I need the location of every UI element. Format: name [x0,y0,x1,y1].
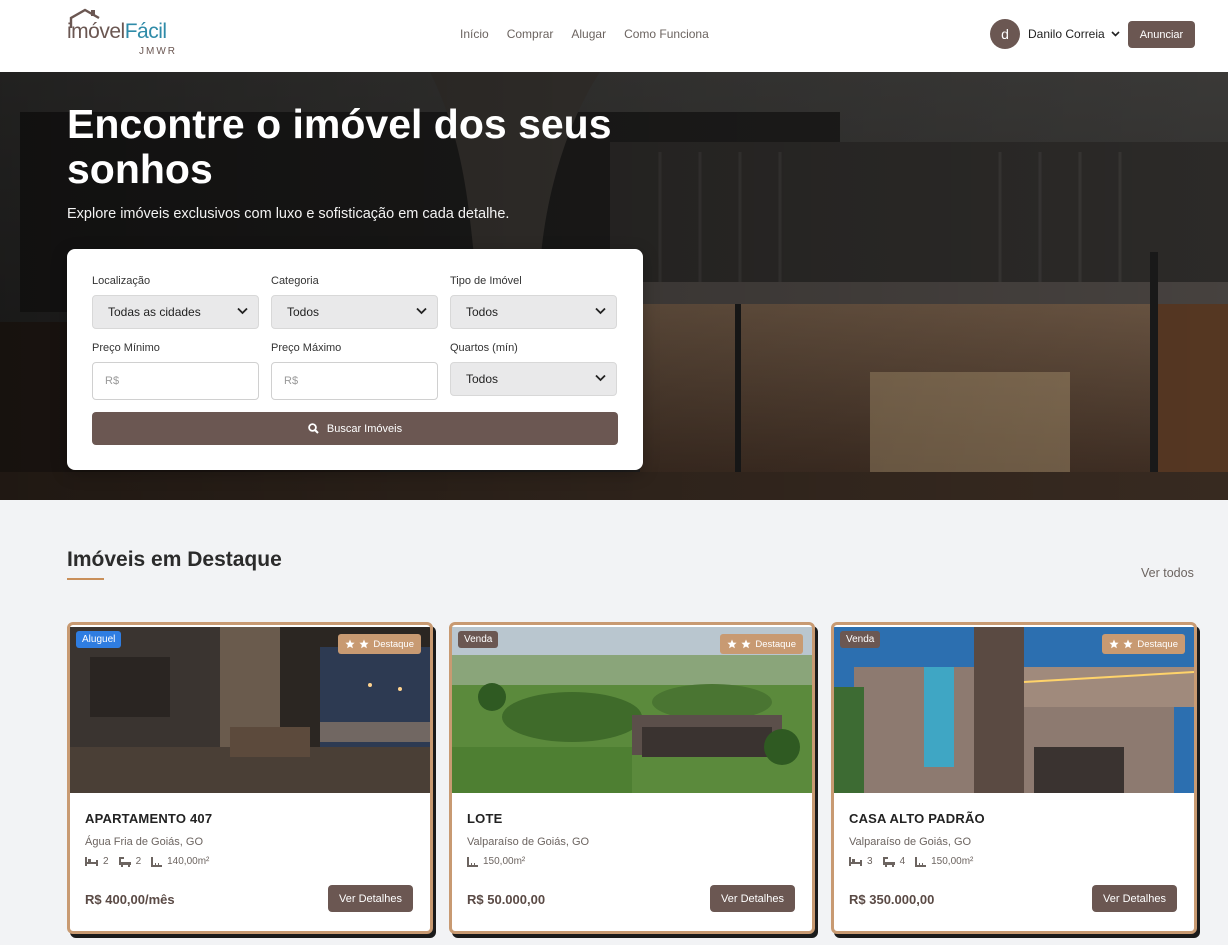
logo-text-accent: Fácil [124,20,167,43]
navbar: imóvelFácil JMWR Início Comprar Alugar C… [0,0,1228,72]
bed-icon [85,857,98,866]
type-label: Tipo de Imóvel [450,275,522,287]
property-location: Água Fria de Goiás, GO [85,836,203,848]
property-price: R$ 400,00/mês [85,892,175,907]
property-features: 3 4 150,00m² [849,856,983,867]
featured-badge: Destaque [1102,634,1185,654]
property-title: APARTAMENTO 407 [85,811,213,826]
hero-title: Encontre o imóvel dos seus sonhos [67,101,612,192]
category-select-value: Todos [287,305,320,319]
location-select-value: Todas as cidades [108,305,201,319]
area: 150,00m² [915,856,973,867]
section-title: Imóveis em Destaque [67,548,282,571]
star-icon [1123,639,1133,649]
nav-link-alugar[interactable]: Alugar [571,27,606,41]
logo[interactable]: imóvelFácil JMWR [67,8,183,60]
avatar: d [990,19,1020,49]
category-label: Categoria [271,275,319,287]
type-select[interactable]: Todos [450,295,617,329]
min-price-label: Preço Mínimo [92,342,160,354]
property-price: R$ 50.000,00 [467,892,546,907]
announce-button[interactable]: Anunciar [1128,21,1195,48]
max-price-input[interactable]: R$ [271,362,438,400]
type-select-value: Todos [466,305,499,319]
nav-link-como-funciona[interactable]: Como Funciona [624,27,709,41]
rooms-select[interactable]: Todos [450,362,617,396]
bathrooms: 4 [882,856,905,867]
badge-venda: Venda [840,631,881,648]
ruler-icon [467,856,478,867]
user-menu[interactable]: d Danilo Correia [990,19,1120,49]
rooms-select-value: Todos [466,372,499,386]
badge-venda: Venda [458,631,499,648]
star-icon [345,639,355,649]
see-all-link[interactable]: Ver todos [1141,566,1194,580]
chevron-down-icon [237,307,248,315]
bath-icon [118,856,131,867]
property-title: LOTE [467,811,503,826]
location-select[interactable]: Todas as cidades [92,295,259,329]
hero-subtitle: Explore imóveis exclusivos com luxo e so… [67,206,510,222]
search-icon [308,423,319,434]
bedrooms: 2 [85,856,109,867]
property-card[interactable]: Venda Destaque LOTE Valparaíso de Goiás,… [449,622,815,934]
view-details-button[interactable]: Ver Detalhes [1092,885,1177,912]
star-icon [1109,639,1119,649]
area: 150,00m² [467,856,525,867]
bathrooms: 2 [118,856,141,867]
property-location: Valparaíso de Goiás, GO [467,836,590,848]
min-price-placeholder: R$ [105,375,120,387]
area: 140,00m² [151,856,209,867]
property-features: 2 2 140,00m² [85,856,219,867]
view-details-button[interactable]: Ver Detalhes [710,885,795,912]
min-price-input[interactable]: R$ [92,362,259,400]
logo-text-main: imóvel [67,20,125,43]
search-form: Localização Todas as cidades Categoria T… [67,249,643,470]
max-price-placeholder: R$ [284,375,299,387]
logo-subtext: JMWR [139,46,177,57]
star-icon [727,639,737,649]
ruler-icon [151,856,163,867]
featured-badge-label: Destaque [755,638,796,650]
nav-link-comprar[interactable]: Comprar [507,27,554,41]
featured-badge: Destaque [338,634,421,654]
search-button-label: Buscar Imóveis [326,422,403,435]
property-location: Valparaíso de Goiás, GO [849,836,972,848]
featured-badge-label: Destaque [373,638,414,650]
star-icon [741,639,751,649]
featured-badge-label: Destaque [1137,638,1178,650]
rooms-label: Quartos (mín) [450,342,518,354]
chevron-down-icon [595,374,606,382]
property-card[interactable]: Venda Destaque CASA ALTO PADRÃO Valparaí… [831,622,1197,934]
bedrooms: 3 [849,856,873,867]
badge-aluguel: Aluguel [76,631,122,648]
max-price-label: Preço Máximo [271,342,342,354]
user-name: Danilo Correia [1028,27,1105,41]
featured-badge: Destaque [720,634,803,654]
property-price: R$ 350.000,00 [849,892,935,907]
property-title: CASA ALTO PADRÃO [849,811,985,826]
nav-link-inicio[interactable]: Início [460,27,489,41]
ruler-icon [915,856,927,867]
title-underline [67,578,104,580]
chevron-down-icon [416,307,427,315]
property-card[interactable]: Aluguel Destaque APARTAMENTO 407 Água Fr… [67,622,433,934]
chevron-down-icon [595,307,606,315]
location-label: Localização [92,275,151,287]
nav-links: Início Comprar Alugar Como Funciona [460,27,727,41]
star-icon [359,639,369,649]
search-button[interactable]: Buscar Imóveis [92,412,618,445]
category-select[interactable]: Todos [271,295,438,329]
chevron-down-icon [1111,31,1120,37]
bed-icon [849,857,862,866]
property-features: 150,00m² [467,856,535,867]
bath-icon [882,856,895,867]
view-details-button[interactable]: Ver Detalhes [328,885,413,912]
